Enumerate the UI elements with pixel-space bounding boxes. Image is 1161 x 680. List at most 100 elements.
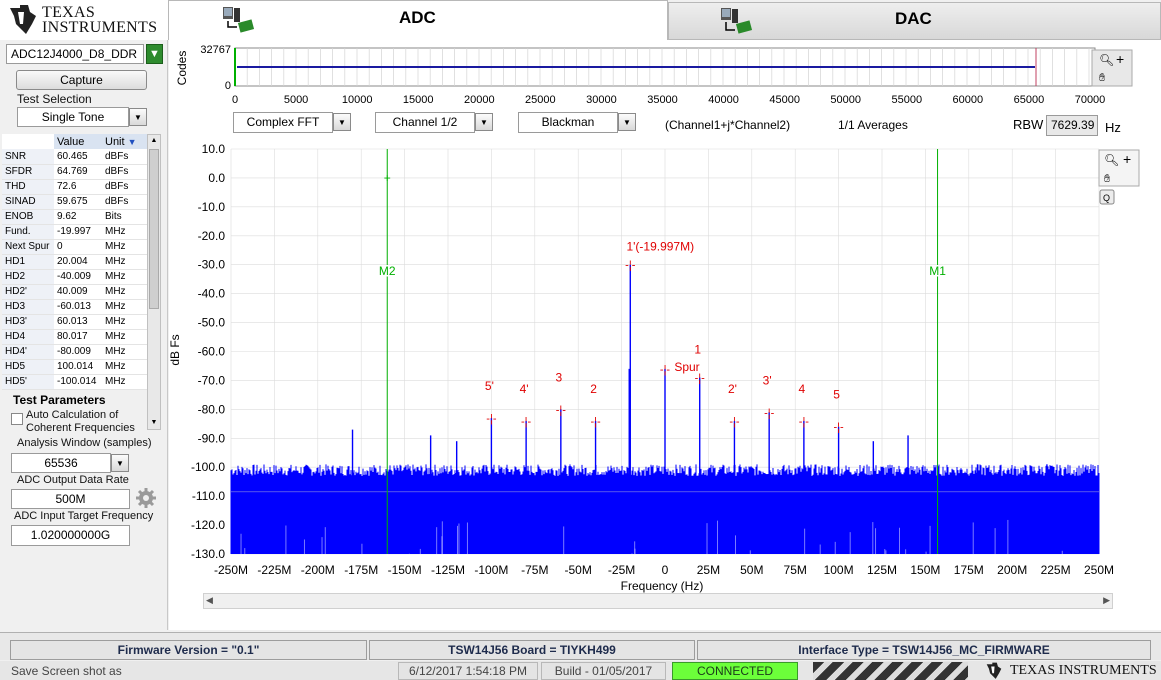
ti-state-logo-icon xyxy=(10,5,36,34)
hand-pan-icon[interactable]: ✋︎ xyxy=(1099,72,1105,84)
peak-marker-icon: -¦- xyxy=(521,416,532,428)
tab-adc[interactable]: ADC xyxy=(168,0,668,40)
peak-marker-icon: -¦- xyxy=(660,364,671,376)
results-scroll-thumb[interactable] xyxy=(149,149,159,309)
spectrum-hscrollbar[interactable]: ◀ ▶ xyxy=(203,593,1113,609)
codes-xtick-label: 25000 xyxy=(525,94,556,106)
spectrum-ytick-label: -120.0 xyxy=(191,518,225,532)
spectrum-ytick-label: -110.0 xyxy=(192,489,225,503)
filter-icon[interactable]: ▼ xyxy=(128,137,137,147)
spectrum-xtick-label: -250M xyxy=(214,563,248,577)
spectrum-ylabel: dB Fs xyxy=(169,334,182,365)
results-cell-value: 0 xyxy=(54,239,102,255)
spectrum-xtick-label: 125M xyxy=(867,563,897,577)
pc-to-board-icon xyxy=(223,7,255,33)
hand-pan-icon[interactable]: ✋︎ xyxy=(1104,173,1110,185)
auto-calc-checkbox[interactable] xyxy=(11,413,23,425)
zoom-icon[interactable]: 🔍︎ xyxy=(1104,153,1119,167)
save-screenshot-link[interactable]: Save Screen shot as xyxy=(11,664,122,678)
plus-icon[interactable]: + xyxy=(1116,51,1124,67)
rbw-label: RBW xyxy=(1013,117,1044,132)
codes-xticks: 0 5000 10000 15000 20000 25000 30000 35000 40000… xyxy=(232,94,1105,106)
results-cell-value: 9.62 xyxy=(54,209,102,225)
results-cell-value: 40.009 xyxy=(54,284,102,300)
channel-select[interactable]: Channel 1/2 xyxy=(375,112,475,133)
codes-plot: Codes 32767 0 0 5000 10000 15000 20000 25000 3… xyxy=(175,44,1133,106)
results-cell-unit: MHz xyxy=(102,299,147,315)
results-cell-name: Fund. xyxy=(2,224,54,240)
output-rate-field[interactable]: 500M xyxy=(11,489,130,509)
peak-annotation: 4 xyxy=(799,382,806,396)
peak-marker-icon: -¦- xyxy=(590,416,601,428)
results-scrollbar[interactable]: ▲ ▼ xyxy=(147,134,161,430)
results-cell-value: -80.009 xyxy=(54,344,102,360)
results-cell-unit: dBFs xyxy=(102,149,147,165)
gear-icon[interactable] xyxy=(135,487,157,509)
analysis-window-select[interactable]: 65536 xyxy=(11,453,111,473)
test-selection-select[interactable]: Single Tone xyxy=(17,107,129,127)
results-cell-value: 64.769 xyxy=(54,164,102,180)
results-row: HD3 -60.013 MHz xyxy=(2,299,147,315)
chevron-down-icon[interactable]: ▼ xyxy=(129,108,147,126)
scroll-right-icon[interactable]: ▶ xyxy=(1103,595,1110,606)
results-cell-unit: MHz xyxy=(102,269,147,285)
codes-xtick-label: 30000 xyxy=(586,94,617,106)
spectrum-xtick-label: 200M xyxy=(997,563,1027,577)
zoom-icon[interactable]: 🔍︎ xyxy=(1099,53,1114,67)
spectrum-xtick-label: -100M xyxy=(474,563,508,577)
results-cell-name: HD1 xyxy=(2,254,54,270)
window-select[interactable]: Blackman xyxy=(518,112,618,133)
scroll-up-icon[interactable]: ▲ xyxy=(148,135,160,147)
spectrum-ytick-label: -40.0 xyxy=(198,287,226,301)
spectrum-xtick-label: -200M xyxy=(301,563,335,577)
results-cell-unit: MHz xyxy=(102,239,147,255)
auto-calc-label-1: Auto Calculation of xyxy=(26,409,119,421)
chevron-down-icon[interactable]: ▼ xyxy=(111,454,129,472)
peak-marker-icon: -¦- xyxy=(556,404,567,416)
results-cell-unit: MHz xyxy=(102,254,147,270)
spectrum-ytick-label: 0.0 xyxy=(208,171,225,185)
results-cell-name: HD4' xyxy=(2,344,54,360)
spectrum-noise-fill xyxy=(231,478,1099,554)
input-target-field[interactable]: 1.020000000G xyxy=(11,525,130,546)
spectrum-xlabel: Frequency (Hz) xyxy=(621,579,704,593)
codes-xtick-label: 35000 xyxy=(647,94,678,106)
plus-icon[interactable]: + xyxy=(1123,151,1131,167)
scroll-left-icon[interactable]: ◀ xyxy=(206,595,213,606)
spectrum-marker-label: M1 xyxy=(929,264,946,278)
ti-state-logo-icon xyxy=(986,662,1002,679)
results-row: SINAD 59.675 dBFs xyxy=(2,194,147,210)
spectrum-chart: dB Fs M2 M1+ -¦-1'(-19.997M)-¦-1-¦- Spur-¦… xyxy=(169,142,1140,593)
results-cell-name: Next Spur xyxy=(2,239,54,255)
peak-annotation: 5 xyxy=(833,388,840,402)
chevron-down-icon[interactable]: ▼ xyxy=(475,113,493,131)
chevron-down-icon[interactable]: ▼ xyxy=(618,113,636,131)
results-cell-value: -60.013 xyxy=(54,299,102,315)
results-row: HD4 80.017 MHz xyxy=(2,329,147,345)
averages-text: 1/1 Averages xyxy=(838,118,908,132)
rbw-value: 7629.39 xyxy=(1046,115,1098,136)
chevron-down-icon[interactable]: ▼ xyxy=(333,113,351,131)
rbw-unit: Hz xyxy=(1105,120,1121,135)
results-cell-unit: Bits xyxy=(102,209,147,225)
results-row: THD 72.6 dBFs xyxy=(2,179,147,195)
spectrum-ytick-label: -60.0 xyxy=(198,345,226,359)
results-body: SNR 60.465 dBFs SFDR 64.769 dBFs THD 72.6 dBFs SI… xyxy=(2,149,147,390)
results-cell-value: -19.997 xyxy=(54,224,102,240)
results-cell-value: 100.014 xyxy=(54,359,102,375)
device-select-down-icon[interactable]: ▼ xyxy=(146,44,163,64)
spectrum-xtick-label: -175M xyxy=(344,563,378,577)
results-row: HD2 -40.009 MHz xyxy=(2,269,147,285)
fft-mode-select[interactable]: Complex FFT xyxy=(233,112,333,133)
device-select[interactable]: ADC12J4000_D8_DDR xyxy=(6,44,144,64)
peak-annotation: 1'(-19.997M) xyxy=(626,240,694,254)
tab-dac[interactable]: DAC xyxy=(668,2,1161,40)
codes-xtick-label: 50000 xyxy=(830,94,861,106)
peak-marker-icon: -¦- xyxy=(625,260,636,272)
capture-button[interactable]: Capture xyxy=(16,70,147,90)
scroll-down-icon[interactable]: ▼ xyxy=(148,417,160,429)
spectrum-ytick-label: -10.0 xyxy=(198,200,226,214)
codes-xtick-label: 0 xyxy=(232,94,238,106)
codes-ytick-top: 32767 xyxy=(200,44,231,56)
logo-text-line2: Instruments xyxy=(42,19,158,36)
